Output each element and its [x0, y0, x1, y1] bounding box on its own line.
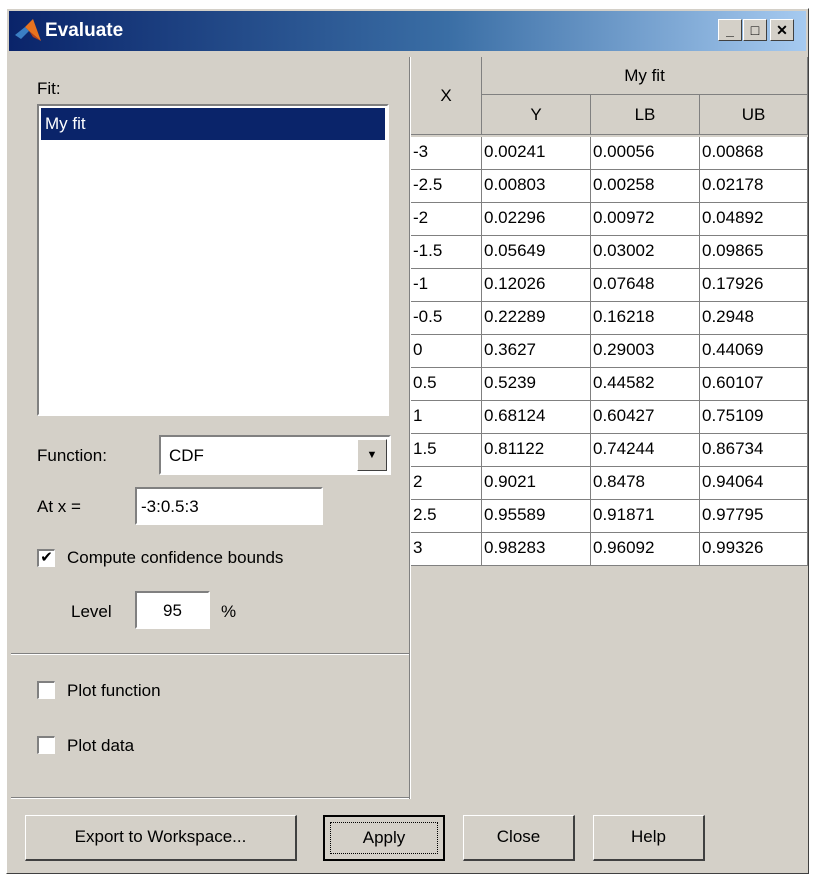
ub-cell[interactable]: 0.75109	[700, 401, 808, 434]
function-value: CDF	[169, 446, 204, 465]
x-cell[interactable]: 0	[411, 335, 482, 368]
evaluate-window: Evaluate _ □ ✕ Fit: My fit Function: CDF…	[6, 8, 809, 874]
lb-cell[interactable]: 0.00258	[591, 170, 700, 203]
y-cell[interactable]: 0.22289	[482, 302, 591, 335]
ub-cell[interactable]: 0.94064	[700, 467, 808, 500]
minimize-button[interactable]: _	[718, 19, 742, 41]
ub-cell[interactable]: 0.99326	[700, 533, 808, 566]
panel-divider	[11, 653, 411, 655]
at-x-value: -3:0.5:3	[141, 497, 199, 516]
lb-cell[interactable]: 0.91871	[591, 500, 700, 533]
fit-group-header[interactable]: My fit	[482, 57, 808, 95]
x-cell[interactable]: 3	[411, 533, 482, 566]
lb-cell[interactable]: 0.8478	[591, 467, 700, 500]
fit-listbox[interactable]: My fit	[37, 104, 389, 416]
lb-cell[interactable]: 0.03002	[591, 236, 700, 269]
level-label: Level	[71, 602, 112, 621]
x-cell[interactable]: -0.5	[411, 302, 482, 335]
y-cell[interactable]: 0.12026	[482, 269, 591, 302]
confidence-checkbox[interactable]: ✔	[37, 549, 55, 567]
plot-data-label: Plot data	[67, 736, 135, 755]
ub-column-header[interactable]: UB	[700, 95, 808, 135]
help-button[interactable]: Help	[593, 815, 705, 861]
x-cell[interactable]: -1.5	[411, 236, 482, 269]
x-cell[interactable]: 1	[411, 401, 482, 434]
ub-cell[interactable]: 0.86734	[700, 434, 808, 467]
apply-button[interactable]: Apply	[323, 815, 445, 861]
confidence-label: Compute confidence bounds	[67, 548, 284, 567]
chevron-down-icon: ▼	[366, 449, 378, 461]
y-cell[interactable]: 0.98283	[482, 533, 591, 566]
close-icon: ✕	[776, 22, 788, 38]
lb-cell[interactable]: 0.60427	[591, 401, 700, 434]
x-cell[interactable]: -1	[411, 269, 482, 302]
ub-cell[interactable]: 0.60107	[700, 368, 808, 401]
x-cell[interactable]: -2.5	[411, 170, 482, 203]
plot-function-label: Plot function	[67, 681, 161, 700]
x-cell[interactable]: 1.5	[411, 434, 482, 467]
y-cell[interactable]: 0.95589	[482, 500, 591, 533]
y-cell[interactable]: 0.3627	[482, 335, 591, 368]
x-cell[interactable]: -3	[411, 137, 482, 170]
y-cell[interactable]: 0.81122	[482, 434, 591, 467]
dropdown-arrow-button[interactable]: ▼	[357, 439, 387, 471]
x-cell[interactable]: 2.5	[411, 500, 482, 533]
lb-cell[interactable]: 0.96092	[591, 533, 700, 566]
plot-function-checkbox[interactable]	[37, 681, 55, 699]
lb-cell[interactable]: 0.44582	[591, 368, 700, 401]
ub-cell[interactable]: 0.02178	[700, 170, 808, 203]
lb-cell[interactable]: 0.00972	[591, 203, 700, 236]
maximize-icon: □	[750, 22, 760, 38]
ub-cell[interactable]: 0.2948	[700, 302, 808, 335]
lb-cell[interactable]: 0.74244	[591, 434, 700, 467]
fit-list-item[interactable]: My fit	[41, 108, 385, 140]
fit-label: Fit:	[37, 79, 61, 98]
maximize-button[interactable]: □	[743, 19, 767, 41]
level-input[interactable]: 95	[135, 591, 210, 629]
apply-button-label: Apply	[330, 822, 438, 854]
y-cell[interactable]: 0.9021	[482, 467, 591, 500]
lb-cell[interactable]: 0.07648	[591, 269, 700, 302]
minimize-icon: _	[726, 22, 734, 38]
function-select[interactable]: CDF ▼	[159, 435, 391, 475]
y-cell[interactable]: 0.00803	[482, 170, 591, 203]
lb-cell[interactable]: 0.29003	[591, 335, 700, 368]
x-cell[interactable]: 0.5	[411, 368, 482, 401]
lb-cell[interactable]: 0.16218	[591, 302, 700, 335]
ub-cell[interactable]: 0.17926	[700, 269, 808, 302]
x-cell[interactable]: 2	[411, 467, 482, 500]
export-to-workspace-button[interactable]: Export to Workspace...	[25, 815, 297, 861]
close-button[interactable]: Close	[463, 815, 575, 861]
y-cell[interactable]: 0.5239	[482, 368, 591, 401]
ub-cell[interactable]: 0.00868	[700, 137, 808, 170]
ub-cell[interactable]: 0.97795	[700, 500, 808, 533]
y-cell[interactable]: 0.05649	[482, 236, 591, 269]
results-table[interactable]: X My fit Y LB UB -3 0.00241 0.00056 0.00868…	[411, 57, 808, 799]
lb-cell[interactable]: 0.00056	[591, 137, 700, 170]
y-cell[interactable]: 0.02296	[482, 203, 591, 236]
title-bar[interactable]: Evaluate _ □ ✕	[9, 11, 806, 51]
at-x-input[interactable]: -3:0.5:3	[135, 487, 323, 525]
level-value: 95	[163, 601, 182, 620]
ub-cell[interactable]: 0.44069	[700, 335, 808, 368]
close-window-button[interactable]: ✕	[770, 19, 794, 41]
window-title: Evaluate	[45, 20, 124, 41]
level-unit: %	[221, 602, 237, 621]
function-label: Function:	[37, 446, 107, 465]
x-column-header[interactable]: X	[411, 57, 482, 135]
y-cell[interactable]: 0.00241	[482, 137, 591, 170]
checkmark-icon: ✔	[40, 549, 53, 566]
ub-cell[interactable]: 0.09865	[700, 236, 808, 269]
matlab-logo-icon	[15, 19, 41, 41]
lb-column-header[interactable]: LB	[591, 95, 700, 135]
y-cell[interactable]: 0.68124	[482, 401, 591, 434]
x-cell[interactable]: -2	[411, 203, 482, 236]
y-column-header[interactable]: Y	[482, 95, 591, 135]
ub-cell[interactable]: 0.04892	[700, 203, 808, 236]
plot-data-checkbox[interactable]	[37, 736, 55, 754]
bottom-divider	[11, 797, 411, 799]
at-x-label: At x =	[37, 497, 81, 516]
